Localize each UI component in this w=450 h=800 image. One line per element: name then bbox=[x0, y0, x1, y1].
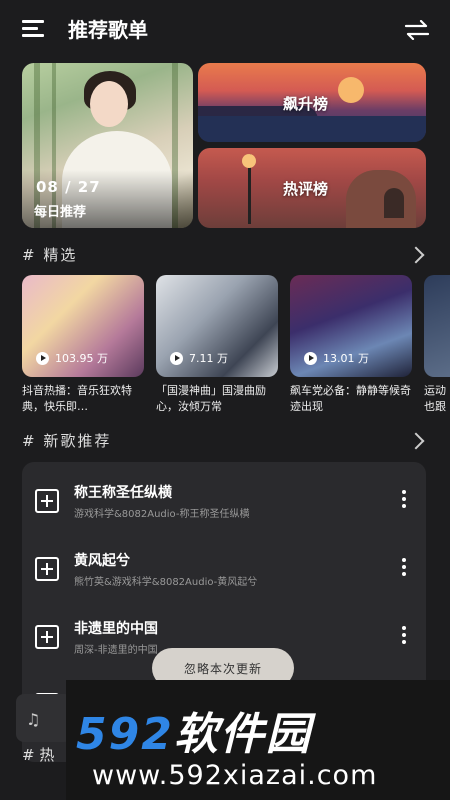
rising-chart-card[interactable]: 飙升榜 bbox=[198, 63, 426, 142]
song-name: 称王称圣任纵横 bbox=[74, 485, 172, 501]
playlist-card[interactable]: 103.95 万 抖音热播：音乐狂欢特典，快乐即… bbox=[22, 275, 144, 415]
add-icon[interactable] bbox=[35, 625, 59, 649]
playlist-card[interactable]: 运动也跟 bbox=[424, 275, 450, 415]
mini-player[interactable] bbox=[16, 694, 72, 742]
more-options-icon[interactable] bbox=[402, 626, 406, 644]
hot-comments-chart-card[interactable]: 热评榜 bbox=[198, 148, 426, 228]
hot-section-heading: # 热 bbox=[22, 746, 55, 764]
playlist-title: 运动也跟 bbox=[424, 384, 446, 413]
play-count-badge: 103.95 万 bbox=[32, 349, 114, 367]
playlist-title: 抖音热播：音乐狂欢特典，快乐即… bbox=[22, 384, 132, 413]
watermark-banner: 592软件园 www.592xiazai.com bbox=[66, 680, 450, 800]
more-options-icon[interactable] bbox=[402, 490, 406, 508]
song-name: 非遗里的中国 bbox=[74, 621, 158, 637]
song-artist: 游戏科学&8082Audio-称王称圣任纵横 bbox=[74, 509, 250, 520]
song-artist: 熊竹英&游戏科学&8082Audio-黄风起兮 bbox=[74, 577, 258, 588]
daily-recommend-card[interactable]: 08 / 27 每日推荐 bbox=[22, 63, 193, 228]
featured-more-arrow-icon[interactable] bbox=[407, 246, 425, 264]
play-icon bbox=[36, 351, 49, 365]
new-songs-more-arrow-icon[interactable] bbox=[407, 432, 425, 450]
watermark-url: www.592xiazai.com bbox=[92, 760, 378, 791]
page-title: 推荐歌单 bbox=[68, 18, 148, 42]
featured-heading: # 精选 bbox=[22, 246, 78, 264]
rising-chart-label: 飙升榜 bbox=[283, 95, 329, 113]
playlist-title: 飙车党必备：静静等候奇迹出现 bbox=[290, 384, 411, 413]
add-icon[interactable] bbox=[35, 557, 59, 581]
hot-comments-chart-label: 热评榜 bbox=[283, 180, 329, 198]
song-row[interactable]: 黄风起兮 熊竹英&游戏科学&8082Audio-黄风起兮 bbox=[22, 536, 426, 596]
shuffle-icon[interactable] bbox=[404, 20, 430, 40]
app-header: 推荐歌单 bbox=[0, 0, 450, 60]
menu-icon[interactable] bbox=[22, 20, 44, 38]
playlist-card[interactable]: 13.01 万 飙车党必备：静静等候奇迹出现 bbox=[290, 275, 412, 415]
song-artist: 周深-非遗里的中国 bbox=[74, 645, 158, 656]
play-count-badge: 7.11 万 bbox=[166, 349, 234, 367]
song-row[interactable]: 称王称圣任纵横 游戏科学&8082Audio-称王称圣任纵横 bbox=[22, 468, 426, 528]
add-icon[interactable] bbox=[35, 489, 59, 513]
play-icon bbox=[304, 351, 317, 365]
music-note-icon: ♫ bbox=[26, 710, 41, 729]
song-name: 黄风起兮 bbox=[74, 553, 130, 569]
new-songs-heading: # 新歌推荐 bbox=[22, 432, 112, 450]
playlist-card[interactable]: 7.11 万 「国漫神曲」国漫曲励心，汝倾万常 bbox=[156, 275, 278, 415]
watermark-brand: 592软件园 bbox=[76, 709, 312, 760]
play-count-badge: 13.01 万 bbox=[300, 349, 375, 367]
playlist-title: 「国漫神曲」国漫曲励心，汝倾万常 bbox=[156, 384, 266, 413]
more-options-icon[interactable] bbox=[402, 558, 406, 576]
play-icon bbox=[170, 351, 183, 365]
daily-recommend-label: 每日推荐 bbox=[34, 205, 87, 220]
daily-date: 08 / 27 bbox=[36, 178, 101, 196]
